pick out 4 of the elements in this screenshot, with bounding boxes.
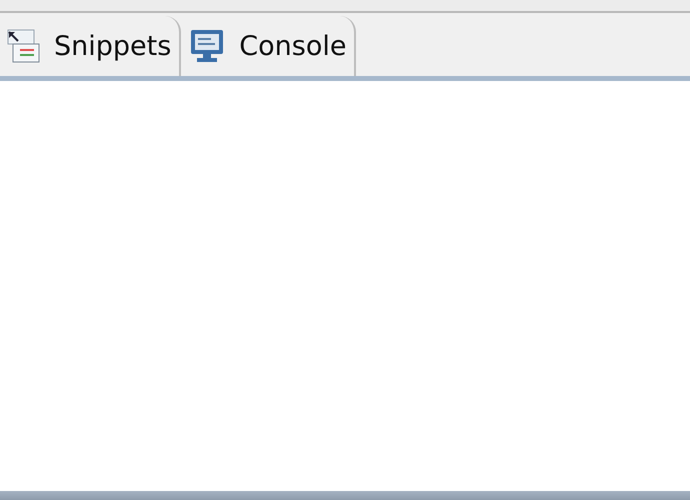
snippets-icon: [6, 28, 40, 64]
tab-label: Console: [239, 30, 346, 62]
monitor-icon: [189, 28, 226, 64]
tab-label: Snippets: [54, 30, 172, 62]
